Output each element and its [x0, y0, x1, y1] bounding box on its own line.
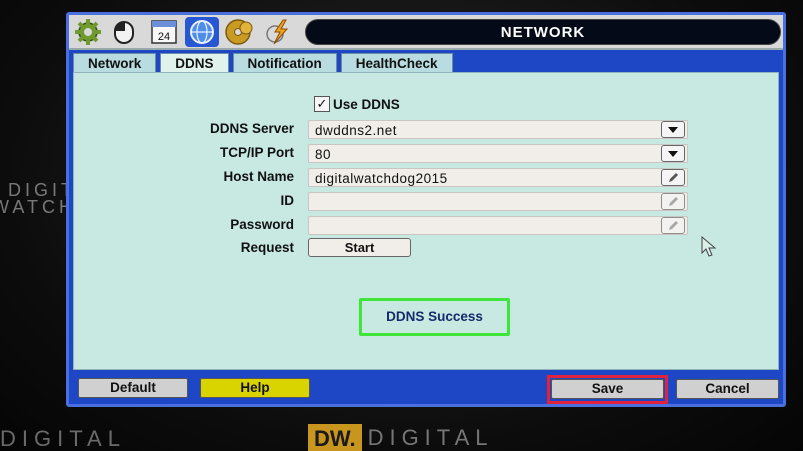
tcp-ip-port-dropdown-button[interactable] [661, 145, 685, 162]
password-edit-button[interactable] [661, 217, 685, 234]
ddns-server-dropdown-button[interactable] [661, 121, 685, 138]
dw-logo-text: DIGITAL [367, 424, 494, 450]
background-logo-bottom-left: DIGITAL [0, 426, 126, 451]
host-name-label: Host Name [223, 169, 294, 184]
disc-icon[interactable] [223, 17, 257, 47]
pencil-icon [669, 220, 678, 230]
password-field[interactable] [308, 216, 688, 235]
mouse-cursor-icon [701, 236, 717, 257]
chevron-down-icon [668, 126, 678, 133]
svg-text:24: 24 [158, 31, 170, 43]
ddns-panel: ✓ Use DDNS DDNS Server dwddns2.net TCP/I… [73, 72, 779, 370]
mouse-icon[interactable] [107, 17, 141, 47]
tab-network[interactable]: Network [73, 53, 157, 73]
background-logo-bottom-center: DW. DIGITAL [308, 424, 494, 451]
host-name-edit-button[interactable] [661, 169, 685, 186]
start-button[interactable]: Start [308, 238, 411, 257]
save-button[interactable]: Save [551, 379, 664, 399]
password-label: Password [230, 217, 294, 232]
id-field[interactable] [308, 192, 688, 211]
lightning-icon[interactable] [261, 17, 295, 47]
dw-logo-mark: DW. [308, 424, 362, 451]
use-ddns-checkbox[interactable]: ✓ [314, 96, 330, 112]
tcp-ip-port-label: TCP/IP Port [219, 145, 294, 160]
default-button[interactable]: Default [78, 378, 188, 398]
use-ddns-option: ✓ Use DDNS [314, 96, 400, 112]
tab-notification[interactable]: Notification [232, 53, 337, 73]
ddns-status-message: DDNS Success [359, 298, 510, 336]
globe-icon[interactable] [185, 17, 219, 47]
chevron-down-icon [668, 150, 678, 157]
ddns-server-select[interactable]: dwddns2.net [308, 120, 688, 139]
request-label: Request [240, 240, 294, 255]
pencil-icon [669, 172, 678, 182]
background-logo-left: DIGIT WATCHD [0, 182, 66, 216]
tab-ddns[interactable]: DDNS [160, 53, 229, 73]
cancel-button[interactable]: Cancel [676, 379, 779, 399]
network-settings-window: 24 NETWORK Network DDNS Notification Hea… [66, 12, 786, 407]
window-title: NETWORK [305, 19, 781, 45]
top-toolbar: 24 NETWORK [69, 15, 783, 50]
use-ddns-label: Use DDNS [333, 96, 400, 112]
ddns-server-label: DDNS Server [209, 121, 294, 136]
help-button[interactable]: Help [200, 378, 310, 398]
calendar-icon[interactable]: 24 [147, 17, 181, 47]
host-name-field[interactable]: digitalwatchdog2015 [308, 168, 688, 187]
id-label: ID [280, 193, 295, 208]
tcp-ip-port-select[interactable]: 80 [308, 144, 688, 163]
id-edit-button[interactable] [661, 193, 685, 210]
pencil-icon [669, 196, 678, 206]
settings-tabs: Network DDNS Notification HealthCheck [73, 53, 453, 73]
tab-healthcheck[interactable]: HealthCheck [340, 53, 453, 73]
gear-icon[interactable] [71, 17, 105, 47]
